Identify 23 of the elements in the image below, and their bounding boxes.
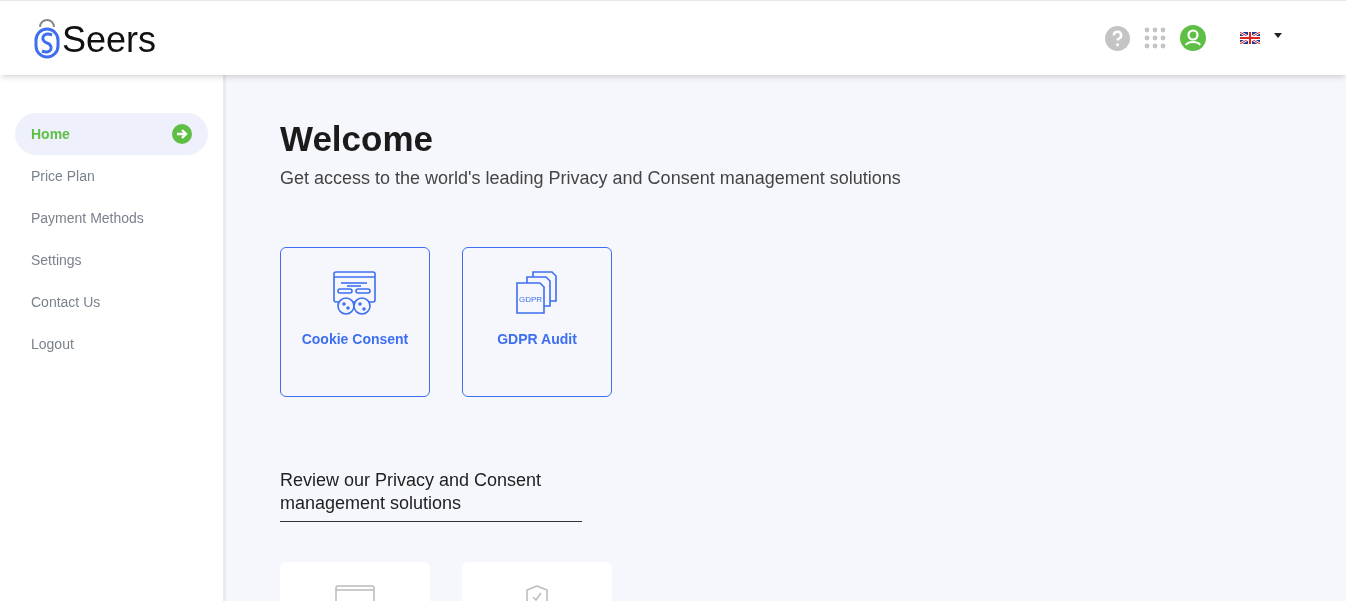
product-card[interactable]: GDPR GDPR Audit (462, 246, 612, 397)
browser-cookie-icon (333, 270, 377, 315)
user-avatar-icon[interactable] (1180, 25, 1206, 51)
arrow-right-icon (172, 124, 192, 144)
icon-label: GDPR (519, 295, 543, 304)
logo-icon (34, 17, 60, 59)
browser-window-icon (335, 584, 375, 601)
apps-grid-icon[interactable] (1144, 27, 1166, 49)
product-card[interactable]: Cookie Consent (280, 246, 430, 397)
sidebar-item[interactable]: Logout (15, 323, 208, 365)
help-icon[interactable] (1105, 25, 1130, 51)
sidebar-item[interactable]: Settings (15, 239, 208, 281)
section-heading: Review our Privacy and Consent management solutions (280, 468, 582, 522)
uk-flag-icon (1240, 32, 1260, 44)
language-selector[interactable] (1240, 32, 1282, 44)
shield-check-icon (525, 584, 549, 601)
sidebar-item[interactable]: Contact Us (15, 281, 208, 323)
sidebar-item[interactable]: Payment Methods (15, 197, 208, 239)
brand-name: Seers (62, 18, 157, 62)
page-subtitle: Get access to the world's leading Privacy and Consent management solutions (280, 166, 902, 190)
sidebar-item[interactable]: Price Plan (15, 155, 208, 197)
caret-icon (1274, 32, 1282, 38)
page-title: Welcome (280, 118, 435, 160)
